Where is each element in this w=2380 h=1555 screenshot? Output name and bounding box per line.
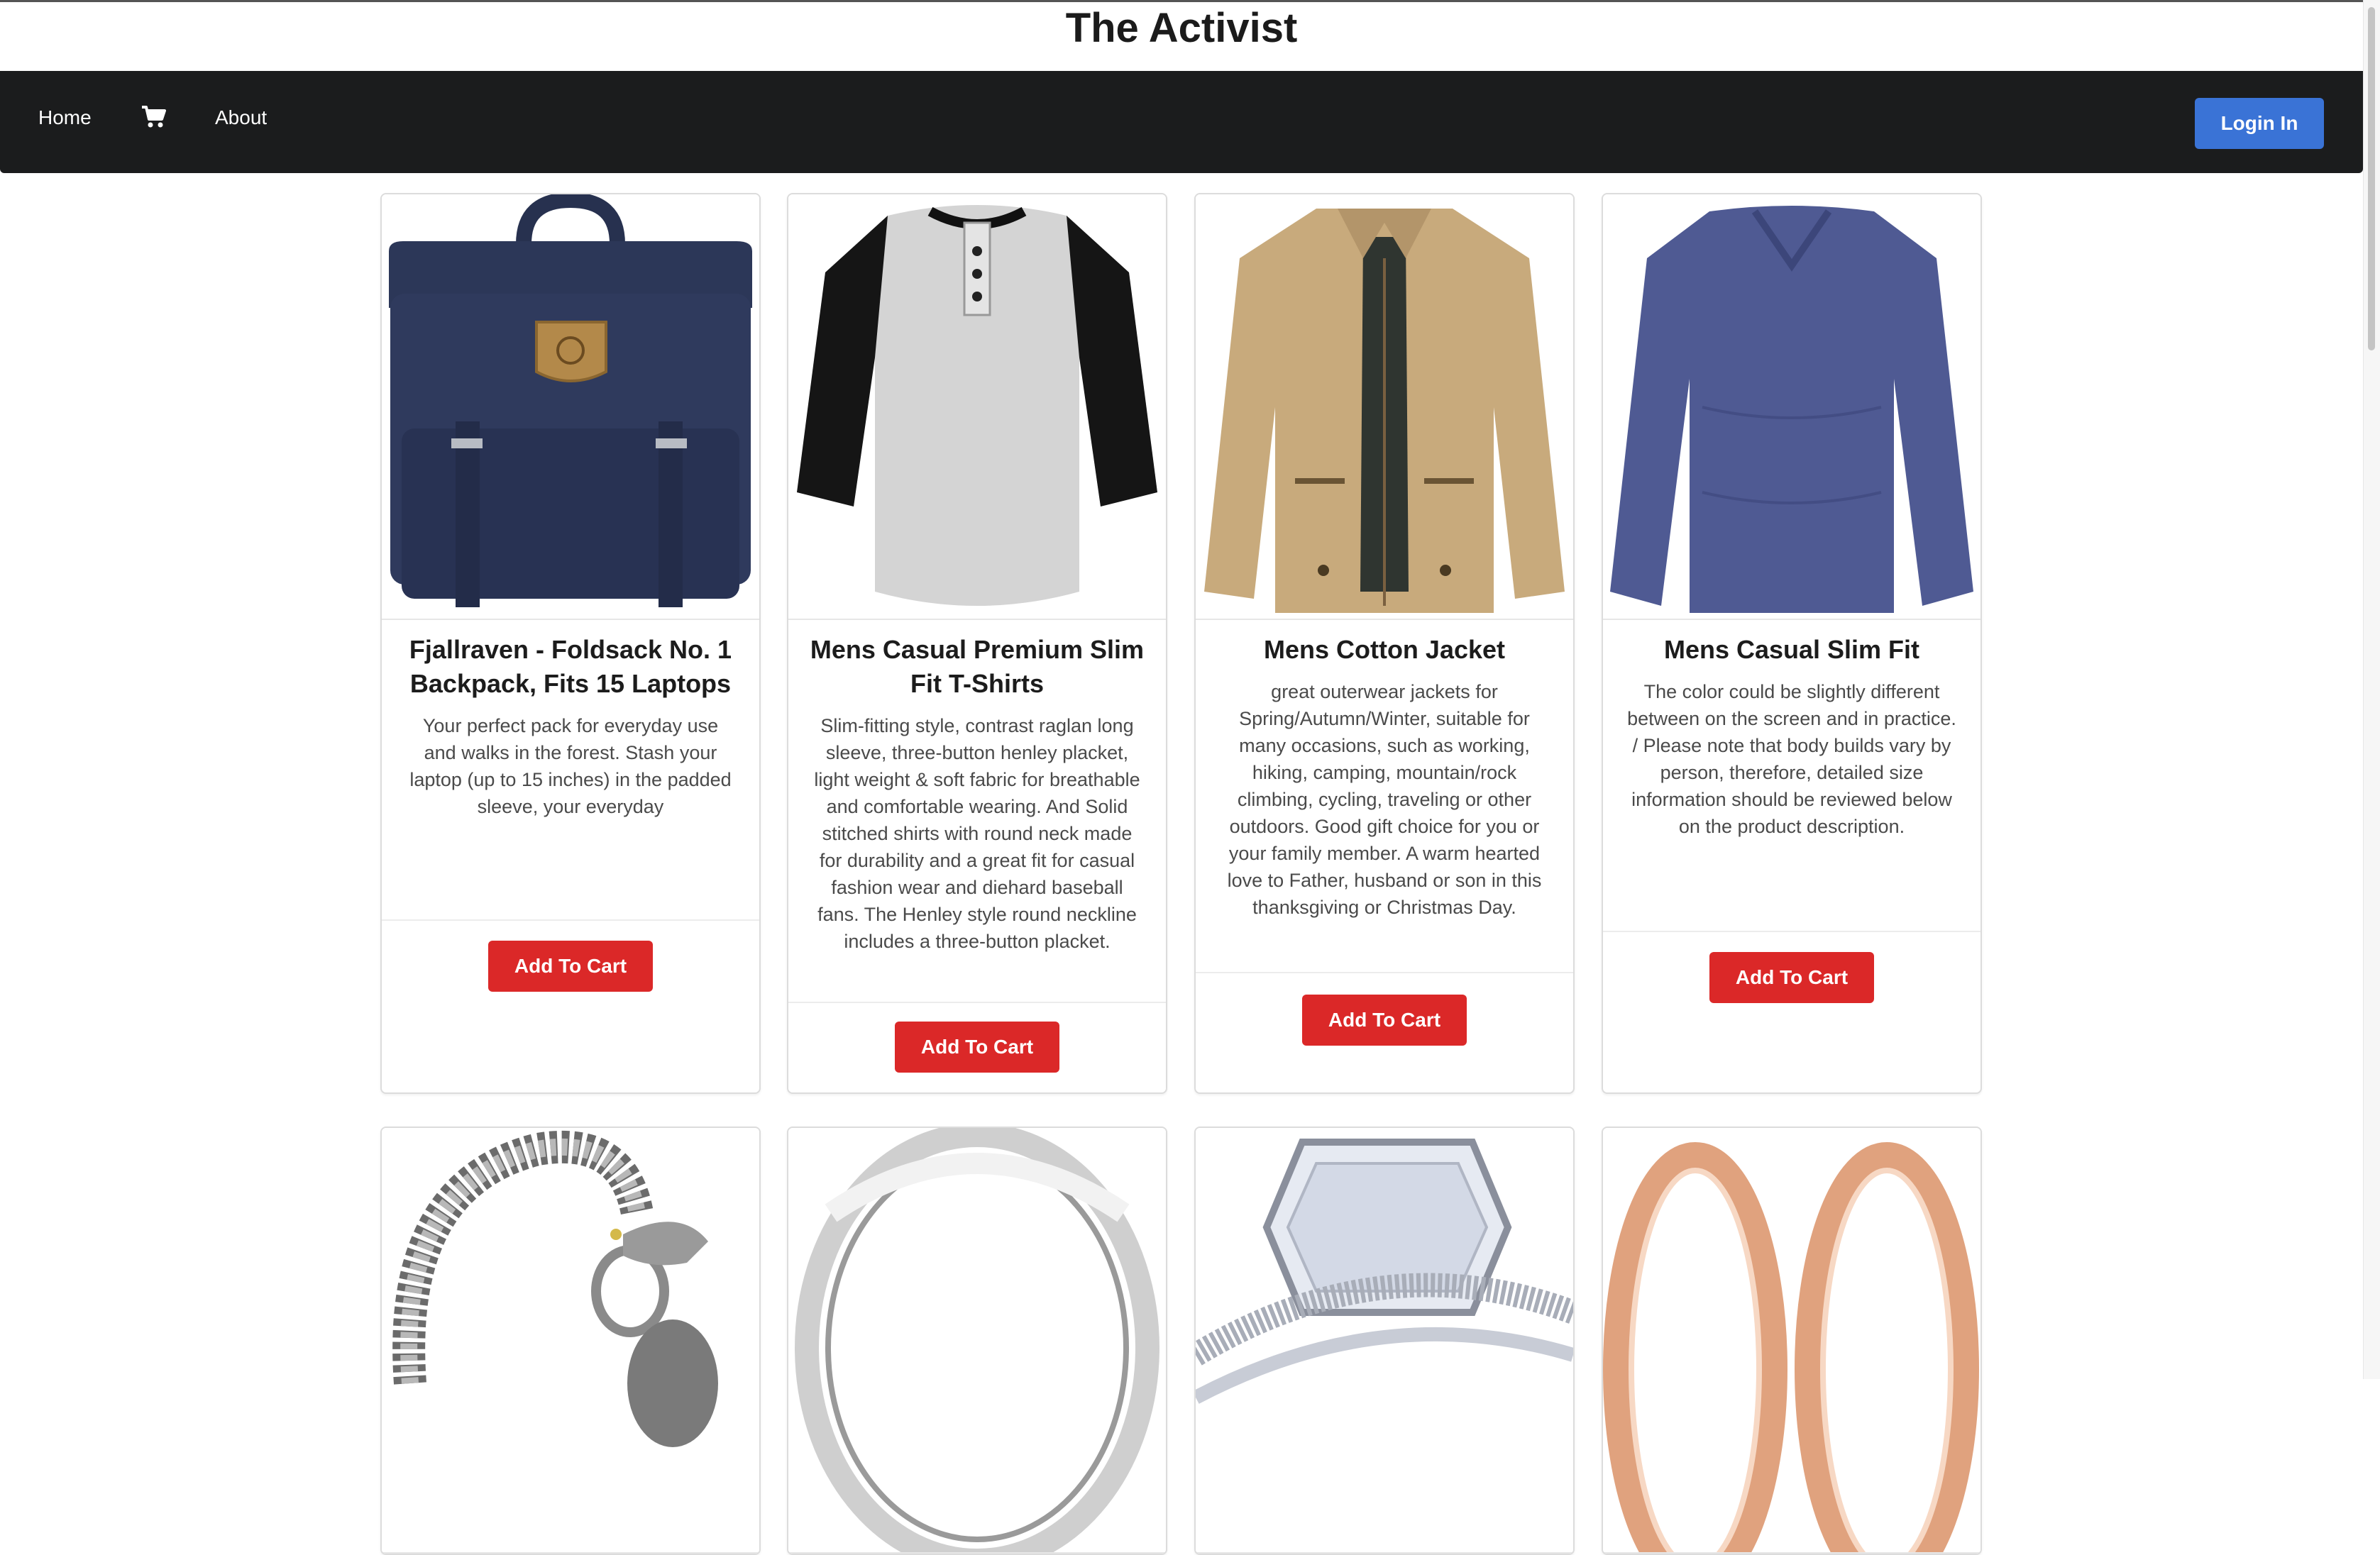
product-description: The color could be slightly different be… (1627, 681, 1956, 837)
add-to-cart-button[interactable]: Add To Cart (895, 1022, 1059, 1073)
product-title: Mens Cotton Jacket (1263, 635, 1506, 664)
shopping-cart-icon[interactable] (141, 105, 166, 131)
card-footer: Add To Cart (1196, 972, 1573, 1092)
product-card (380, 1127, 761, 1555)
add-to-cart-button[interactable]: Add To Cart (488, 941, 653, 992)
add-to-cart-button[interactable]: Add To Cart (1302, 995, 1467, 1046)
product-image-backpack[interactable] (382, 194, 759, 620)
product-description: Your perfect pack for everyday use and w… (409, 715, 732, 817)
scrollbar-thumb[interactable] (2368, 7, 2375, 350)
product-description: Slim-fitting style, contrast raglan long… (814, 715, 1140, 952)
card-footer: Add To Cart (382, 919, 759, 1092)
product-card (1194, 1127, 1575, 1555)
product-image-bracelet[interactable] (382, 1128, 759, 1554)
product-card (1602, 1127, 1982, 1555)
login-button[interactable]: Login In (2195, 98, 2324, 149)
product-image-shirt[interactable] (788, 194, 1166, 620)
product-title: Mens Casual Slim Fit (1663, 635, 1920, 664)
top-border (0, 0, 2380, 2)
product-title: Fjallraven - Foldsack No. 1 Backpack, Fi… (409, 635, 732, 698)
nav-about-link[interactable]: About (215, 71, 267, 173)
product-image-rose-gold-rings[interactable] (1603, 1128, 1980, 1554)
product-title: Mens Casual Premium Slim Fit T-Shirts (810, 635, 1145, 698)
product-description: great outerwear jackets for Spring/Autum… (1227, 681, 1542, 918)
site-title: The Activist (1065, 5, 1298, 51)
card-footer: Add To Cart (788, 1002, 1166, 1092)
product-card (787, 1127, 1167, 1555)
product-image-silver-ring[interactable] (788, 1128, 1166, 1554)
product-card: Mens Casual Slim Fit The color could be … (1602, 193, 1982, 1094)
card-footer: Add To Cart (1603, 931, 1980, 1092)
add-to-cart-button[interactable]: Add To Cart (1709, 952, 1874, 1003)
product-image-jacket[interactable] (1196, 194, 1573, 620)
nav-home-link[interactable]: Home (38, 71, 92, 173)
product-card: Mens Cotton Jacket great outerwear jacke… (1194, 193, 1575, 1094)
product-card: Mens Casual Premium Slim Fit T-Shirts Sl… (787, 193, 1167, 1094)
product-image-diamond-ring[interactable] (1196, 1128, 1573, 1554)
product-card: Fjallraven - Foldsack No. 1 Backpack, Fi… (380, 193, 761, 1094)
product-image-blue-shirt[interactable] (1603, 194, 1980, 620)
navbar: Home About Login In (0, 71, 2363, 173)
